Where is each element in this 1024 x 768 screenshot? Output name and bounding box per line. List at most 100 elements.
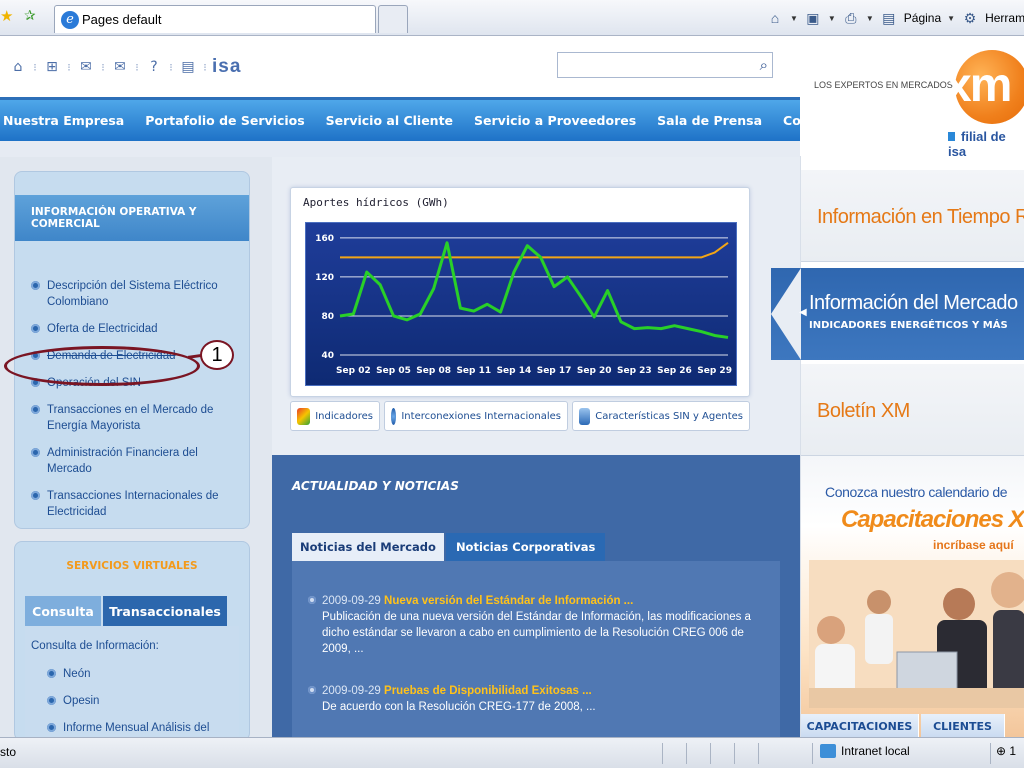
left-column: INFORMACIÓN OPERATIVA Y COMERCIAL Descri… [0,157,272,746]
quick-link-label: Características SIN y Agentes [595,410,743,422]
security-zone[interactable]: Intranet local [820,744,910,758]
calendario-text: Conozca nuestro calendario de [825,484,1008,500]
status-divider [710,743,711,764]
separator: ⁝ [135,60,139,74]
news-item: 2009-09-29 Pruebas de Disponibilidad Exi… [308,683,772,715]
service-label: Neón [63,668,91,680]
tab-noticias-mercado[interactable]: Noticias del Mercado [292,533,444,561]
boletin-link[interactable]: Boletín XM [801,364,1024,456]
tiempo-real-link[interactable]: Información en Tiempo Re [801,170,1024,262]
feeds-icon[interactable]: ▣ [804,9,822,27]
feeds-dropdown-icon[interactable]: ▼ [828,14,836,23]
chart-title: Aportes hídricos (GWh) [303,196,449,209]
main-nav: Nuestra Empresa Portafolio de Servicios … [0,97,871,141]
home-dropdown-icon[interactable]: ▼ [790,14,798,23]
zoom-value: 1 [1009,744,1017,758]
menu-item-transacciones-mercado[interactable]: Transacciones en el Mercado de Energía M… [31,402,241,434]
mail-icon[interactable]: ✉ [110,59,130,75]
xm-brand: LOS EXPERTOS EN MERCADOS xm filial de is… [800,36,1024,159]
page-menu[interactable]: Página [904,11,941,25]
menu-item-label: Administración Financiera del Mercado [47,447,198,475]
tab-consulta[interactable]: Consulta [25,596,101,626]
menu-item-oferta[interactable]: Oferta de Electricidad [31,321,241,337]
zone-label: Intranet local [841,744,910,758]
y-tick-label: 120 [315,273,334,283]
person-head [867,590,891,614]
page-dropdown-icon[interactable]: ▼ [947,14,955,23]
browser-tab[interactable]: e Pages default [54,5,376,33]
nav-item-portafolio[interactable]: Portafolio de Servicios [145,113,304,128]
news-headline[interactable]: Nueva versión del Estándar de Informació… [384,595,633,607]
help-icon[interactable]: ? [144,59,164,75]
tools-menu[interactable]: Herram [985,11,1024,25]
x-tick-label: Sep 29 [697,366,732,376]
service-label: Informe Mensual Análisis del [63,722,210,734]
tab-title: Pages default [82,12,162,27]
tab-capacitaciones[interactable]: CAPACITACIONES [801,714,919,738]
menu-item-label: Oferta de Electricidad [47,323,158,335]
service-neon[interactable]: Neón [47,666,209,682]
news-body: Publicación de una nueva versión del Est… [322,611,751,655]
page-icon: ▤ [882,9,896,26]
nav-item-servicio-cliente[interactable]: Servicio al Cliente [326,113,453,128]
add-favorite-icon[interactable]: ✰ [24,8,42,24]
new-tab-button[interactable] [378,5,408,33]
tab-noticias-corporativas[interactable]: Noticias Corporativas [445,533,606,561]
print-icon[interactable]: ⎙ [842,9,860,27]
print-dropdown-icon[interactable]: ▼ [866,14,874,23]
news-headline[interactable]: Pruebas de Disponibilidad Exitosas ... [384,685,592,697]
quick-link-interconexiones[interactable]: Interconexiones Internacionales [384,401,568,431]
status-divider [812,743,813,764]
status-divider [990,743,991,764]
favorites-star-icon[interactable]: ★ [0,8,16,24]
contact-icon[interactable]: ✉ [76,59,96,75]
quick-link-indicadores[interactable]: Indicadores [290,401,380,431]
x-tick-label: Sep 02 [336,366,371,376]
news-body: De acuerdo con la Resolución CREG-177 de… [322,701,596,713]
chart-plot[interactable]: 40 80 120 160 Sep 02 Sep 05 Sep 08 Sep 11 Sep 14… [305,222,737,386]
menu-item-administracion[interactable]: Administración Financiera del Mercado [31,445,241,477]
mercado-label: Información del Mercado [809,292,1018,314]
home-icon[interactable]: ⌂ [8,59,28,75]
menu-item-internacionales[interactable]: Transacciones Internacionales de Electri… [31,488,241,520]
search-icon[interactable]: ⌕ [760,56,768,74]
x-tick-label: Sep 17 [537,366,572,376]
x-tick-label: Sep 14 [497,366,532,376]
document-icon[interactable]: ▤ [178,59,198,75]
mercado-link[interactable]: ◀ Información del Mercado INDICADORES EN… [771,268,1024,360]
tab-transaccionales[interactable]: Transaccionales [103,596,227,626]
chart-box: Aportes hídricos (GWh) 40 80 120 160 Sep 02 S… [290,187,750,397]
nav-item-empresa[interactable]: Nuestra Empresa [3,113,124,128]
search-input[interactable]: ⌕ [557,52,773,78]
capacitaciones-banner[interactable]: Conozca nuestro calendario de Capacitaci… [801,456,1024,738]
nav-spacer [0,141,800,157]
person-head [943,588,975,620]
right-column: Información en Tiempo Re ◀ Información d… [771,156,1024,738]
bullet-icon [308,596,316,604]
separator: ⁝ [203,60,207,74]
nav-item-contacto[interactable]: Contáctenos [783,113,871,128]
xm-logo[interactable]: xm [945,50,1024,124]
operational-menu: Descripción del Sistema Eléctrico Colomb… [31,278,241,531]
home-icon[interactable]: ⌂ [766,9,784,27]
service-informe[interactable]: Informe Mensual Análisis del [47,720,209,736]
tab-clientes[interactable]: CLIENTES [921,714,1005,738]
x-tick-label: Sep 05 [376,366,411,376]
boletin-label: Boletín XM [817,400,910,422]
nav-item-proveedores[interactable]: Servicio a Proveedores [474,113,636,128]
separator: ⁝ [101,60,105,74]
chart-svg: 40 80 120 160 Sep 02 Sep 05 Sep 08 Sep 11 Sep 14… [315,234,732,376]
nav-item-prensa[interactable]: Sala de Prensa [657,113,762,128]
quick-link-caracteristicas[interactable]: Características SIN y Agentes [572,401,750,431]
menu-item-descripcion[interactable]: Descripción del Sistema Eléctrico Colomb… [31,278,241,310]
status-divider [686,743,687,764]
zoom-level[interactable]: ⊕ 1 [996,744,1016,758]
isa-logo[interactable]: isa [212,56,241,78]
inscribase-link[interactable]: incríbase aquí [933,538,1014,552]
service-opesin[interactable]: Opesin [47,693,209,709]
filial-label: filial de isa [948,129,1024,159]
command-bar: ⌂ ▼ ▣ ▼ ⎙ ▼ ▤ Página ▼ ⚙ Herram [766,6,1024,30]
x-tick-label: Sep 20 [577,366,612,376]
sitemap-icon[interactable]: ⊞ [42,59,62,75]
x-tick-label: Sep 23 [617,366,652,376]
